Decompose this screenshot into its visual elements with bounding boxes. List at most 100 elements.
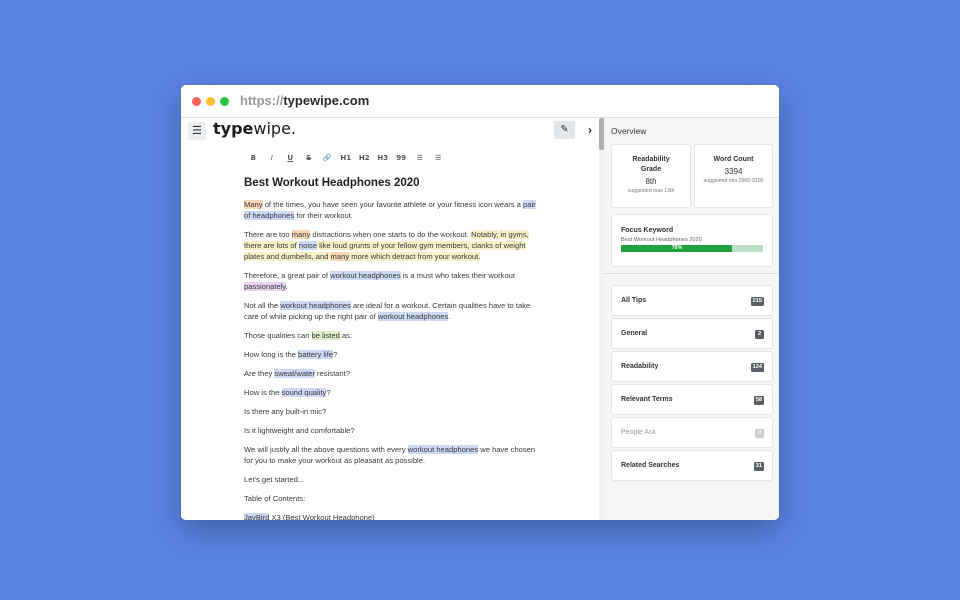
word-count-suggestion: suggested min 2900-3100 — [703, 178, 764, 184]
paragraph-text: There are too — [244, 230, 292, 239]
highlighted-term[interactable]: passionately — [244, 282, 286, 291]
chevron-right-icon: › — [588, 123, 592, 137]
document-paragraph: Table of Contents: — [244, 493, 539, 504]
tip-label: Readability — [621, 363, 659, 370]
paragraph-text: We will justify all the above questions … — [244, 445, 408, 454]
tip-label: General — [621, 330, 648, 337]
italic-button[interactable]: I — [263, 152, 282, 164]
document-paragraph: Many of the times, you have seen your fa… — [244, 199, 539, 221]
document-paragraph: Is there any built-in mic? — [244, 406, 539, 417]
highlighted-term[interactable]: workout headphones — [280, 301, 351, 310]
paragraph-text: How is the — [244, 388, 282, 397]
tip-item-people-ask[interactable]: People Ask 0 — [611, 417, 773, 448]
paragraph-text: of the times, you have seen your favorit… — [262, 200, 524, 209]
readability-value: 8th — [645, 177, 657, 186]
quote-icon[interactable]: 99 — [392, 152, 411, 164]
readability-suggestion: suggested max 13th — [627, 188, 675, 194]
editor-pane: ☰ typewipe. ✎ › B I U S 🔗 H1 H2 H3 99 ☰ … — [181, 118, 599, 520]
paragraph-text: X3 (Best Workout Headphone) — [269, 513, 375, 520]
minimize-window-icon[interactable] — [206, 97, 215, 106]
paragraph-text: . — [448, 312, 451, 321]
document-paragraph: Not all the workout headphones are ideal… — [244, 300, 539, 322]
highlighted-term[interactable]: sweat/water — [274, 369, 315, 378]
highlighted-term[interactable]: many — [291, 230, 311, 239]
address-bar[interactable]: https://typewipe.com — [240, 93, 369, 108]
document-paragraph: There are too many distractions when one… — [244, 229, 539, 262]
document-body[interactable]: Best Workout Headphones 2020 Many of the… — [244, 176, 539, 520]
paragraph-text: distractions when one starts to do the w… — [310, 230, 472, 239]
tip-item-related-searches[interactable]: Related Searches 31 — [611, 450, 773, 481]
focus-keyword-label: Focus Keyword — [621, 227, 674, 234]
document-paragraph: We will justify all the above questions … — [244, 444, 539, 466]
close-window-icon[interactable] — [192, 97, 201, 106]
paragraph-text: Are they — [244, 369, 275, 378]
paragraph-text: Let's get started... — [244, 475, 305, 484]
highlighted-term[interactable]: workout headphones — [407, 445, 479, 454]
title-bar: https://typewipe.com — [181, 85, 779, 118]
logo-bold: type — [213, 119, 254, 138]
paragraph-text: . — [285, 282, 288, 291]
bullet-list-icon[interactable]: ☰ — [411, 152, 430, 164]
tip-count-badge: 0 — [755, 429, 764, 438]
paragraph-text: Is there any built-in mic? — [244, 407, 327, 416]
underline-button[interactable]: U — [281, 152, 300, 164]
numbered-list-icon[interactable]: ☰ — [429, 152, 448, 164]
logo-rest: wipe. — [253, 119, 297, 138]
document-paragraph: Therefore, a great pair of workout headp… — [244, 270, 539, 292]
format-toolbar: B I U S 🔗 H1 H2 H3 99 ☰ ☰ — [244, 152, 448, 164]
bold-button[interactable]: B — [244, 152, 263, 164]
highlighted-term[interactable]: Many — [244, 200, 263, 209]
url-host: typewipe.com — [283, 93, 370, 108]
heading2-button[interactable]: H2 — [355, 152, 374, 164]
tip-count-badge: 58 — [753, 396, 764, 405]
paragraph-text: Not all the — [244, 301, 281, 310]
highlighted-term[interactable]: workout headphones — [377, 312, 449, 321]
maximize-window-icon[interactable] — [220, 97, 229, 106]
tip-count-badge: 31 — [753, 462, 764, 471]
highlighted-term[interactable]: more which detract from your workout. — [349, 252, 481, 261]
document-paragraphs: Many of the times, you have seen your fa… — [244, 199, 539, 520]
highlighted-term[interactable]: noise — [298, 241, 318, 250]
highlighted-term[interactable]: JayBird — [244, 513, 270, 520]
menu-button[interactable]: ☰ — [188, 122, 206, 140]
tip-item-all-tips[interactable]: All Tips 215 — [611, 285, 773, 316]
document-paragraph: How is the sound quality? — [244, 387, 539, 398]
highlighted-term[interactable]: battery life — [298, 350, 334, 359]
hamburger-icon: ☰ — [192, 125, 202, 137]
paragraph-text: How long is the — [244, 350, 299, 359]
highlighted-term[interactable]: be listed — [311, 331, 340, 340]
url-protocol: https:// — [240, 93, 284, 108]
paragraph-text: for their workout. — [294, 211, 353, 220]
edit-mode-button[interactable]: ✎ — [554, 121, 575, 139]
link-icon[interactable]: 🔗 — [318, 152, 337, 164]
app-logo: typewipe. — [213, 119, 296, 138]
word-count-label: Word Count — [713, 156, 754, 163]
highlighted-term[interactable]: workout headphones — [330, 271, 401, 280]
tip-item-general[interactable]: General 2 — [611, 318, 773, 349]
document-paragraph: Is it lightweight and comfortable? — [244, 425, 539, 436]
document-title: Best Workout Headphones 2020 — [244, 177, 420, 189]
highlighted-term[interactable]: sound quality — [281, 388, 327, 397]
focus-keyword-card: Focus Keyword Best Workout Headphones 20… — [611, 214, 773, 267]
heading3-button[interactable]: H3 — [374, 152, 393, 164]
pen-icon: ✎ — [560, 124, 569, 135]
tip-item-relevant-terms[interactable]: Relevant Terms 58 — [611, 384, 773, 415]
document-paragraph: How long is the battery life? — [244, 349, 539, 360]
overview-title: Overview — [611, 126, 647, 136]
word-count-value: 3394 — [724, 167, 743, 176]
toggle-panel-button[interactable]: › — [583, 121, 597, 139]
word-count-card: Word Count 3394 suggested min 2900-3100 — [694, 144, 773, 208]
focus-keyword-value: Best Workout Headphones 2020 — [621, 237, 702, 243]
browser-window: https://typewipe.com ☰ typewipe. ✎ › B I… — [181, 85, 779, 520]
tip-count-badge: 2 — [755, 330, 764, 339]
strikethrough-button[interactable]: S — [300, 152, 319, 164]
tip-count-badge: 215 — [750, 297, 764, 306]
paragraph-text: Is it lightweight and comfortable? — [244, 426, 355, 435]
heading1-button[interactable]: H1 — [337, 152, 356, 164]
tip-item-readability[interactable]: Readability 124 — [611, 351, 773, 382]
document-paragraph: Are they sweat/water resistant? — [244, 368, 539, 379]
tip-count-badge: 124 — [750, 363, 764, 372]
paragraph-text: resistant? — [314, 369, 350, 378]
tip-label: Related Searches — [621, 462, 680, 469]
highlighted-term[interactable]: many — [330, 252, 350, 261]
